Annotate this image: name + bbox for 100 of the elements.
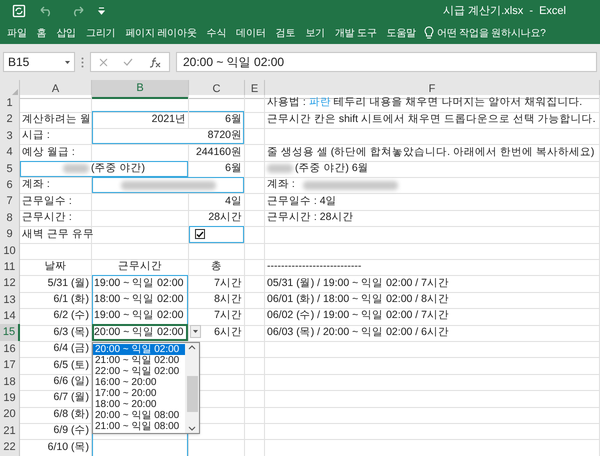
dropdown-caret-icon[interactable] [65, 60, 70, 64]
table-cell: 4일 [189, 193, 245, 211]
table-cell: --------------------------- [265, 258, 600, 276]
table-cell: 근무시간 [92, 258, 189, 276]
table-cell: 6/4 (금) [20, 340, 92, 358]
table-cell: 244160원 [189, 144, 245, 162]
dropdown-option[interactable]: 18:00 ~ 20:00 [93, 398, 185, 410]
table-cell: 5/31 (월) [20, 275, 92, 293]
table-cell [189, 422, 245, 440]
dropdown-button[interactable] [190, 325, 201, 338]
table-cell: 2021년 [92, 111, 189, 129]
ribbon-tab[interactable]: 수식 [202, 26, 232, 40]
table-cell: 19:00 ~ 익일 02:00 [92, 275, 189, 293]
table-cell: 6/2 (수) [20, 308, 92, 326]
checkbox[interactable] [195, 229, 205, 240]
row-header[interactable]: 2 [0, 111, 20, 129]
table-cell: 시급 : [20, 128, 92, 146]
row-header[interactable]: 9 [0, 226, 20, 244]
table-cell: 6시간 [189, 324, 245, 342]
ribbon-tab[interactable]: 파일 [2, 26, 32, 40]
dropdown-option[interactable]: 20:00 ~ 익일 08:00 [93, 410, 185, 421]
column-header[interactable]: E [245, 80, 265, 98]
dropdown-option[interactable]: 16:00 ~ 20:00 [93, 376, 185, 388]
table-cell: 계산하려는 월 [20, 111, 92, 129]
table-cell [20, 95, 92, 112]
enter-check-icon[interactable] [123, 58, 134, 66]
dropdown-option[interactable]: 22:00 ~ 익일 02:00 [93, 366, 185, 377]
function-icon[interactable] [149, 56, 162, 68]
dropdown-option[interactable]: 21:00 ~ 익일 08:00 [93, 420, 185, 432]
column-header[interactable]: F [265, 80, 600, 98]
ribbon-tab[interactable]: 보기 [300, 26, 330, 40]
customize-caret-icon[interactable] [98, 7, 105, 15]
ribbon-tab[interactable]: 데이터 [231, 26, 271, 40]
table-cell: 06/03 (목) / 20:00 ~ 익일 02:00 / 6시간 [265, 324, 600, 342]
table-cell: 7시간 [189, 275, 245, 293]
ribbon-tab[interactable]: 개발 도구 [330, 26, 382, 40]
formula-input[interactable]: 20:00 ~ 익일 02:00 [176, 52, 597, 72]
row-header[interactable]: 17 [0, 357, 20, 375]
scroll-down-icon[interactable] [188, 426, 196, 431]
ribbon-tab[interactable]: 검토 [270, 26, 300, 40]
table-cell [245, 340, 265, 358]
ribbon-tab[interactable]: 삽입 [51, 26, 82, 40]
tell-me-search[interactable]: 어떤 작업을 원하시나요? [437, 26, 546, 40]
table-cell: 6/7 (월) [20, 390, 92, 408]
table-cell: 6/8 (화) [20, 406, 92, 424]
table-cell [245, 390, 265, 408]
ribbon-tab[interactable]: 그리기 [81, 26, 120, 40]
autosave-icon[interactable] [12, 4, 26, 18]
table-cell: 28시간 [189, 210, 245, 228]
table-cell [245, 95, 265, 112]
column-header[interactable]: B [92, 80, 189, 98]
row-header[interactable]: 12 [0, 275, 20, 293]
caret-icon [193, 330, 198, 334]
table-cell: 근무시간 칸은 shift 시트에서 채우면 드롭다운으로 선택 가능합니다. [265, 111, 600, 129]
table-cell: 근무시간 : [20, 210, 92, 228]
table-cell: 05/31 (월) / 19:00 ~ 익일 02:00 / 7시간 [265, 275, 600, 293]
row-header[interactable]: 20 [0, 406, 20, 424]
row-header[interactable]: 15 [0, 324, 20, 342]
table-cell: 6/5 (토) [20, 357, 92, 375]
row-header[interactable]: 22 [0, 439, 20, 456]
scroll-up-icon[interactable] [188, 344, 196, 350]
row-header[interactable]: 4 [0, 144, 20, 162]
ribbon-tab[interactable]: 페이지 레이아웃 [120, 26, 202, 40]
dropdown-option[interactable]: 21:00 ~ 익일 02:00 [93, 354, 185, 366]
row-header[interactable]: 7 [0, 193, 20, 211]
dropdown-option[interactable]: 20:00 ~ 익일 02:00 [93, 344, 185, 355]
table-cell [245, 144, 265, 162]
lightbulb-icon [424, 26, 434, 40]
table-cell: 8720원 [92, 128, 245, 146]
table-cell: 사용법 : 파란 테두리 내용을 채우면 나머지는 알아서 채워집니다. [265, 95, 600, 112]
name-box[interactable]: B15 [3, 52, 75, 72]
table-cell [245, 406, 265, 424]
table-cell: 6/1 (화) [20, 292, 92, 310]
table-cell [245, 324, 265, 342]
table-cell [20, 242, 92, 260]
table-cell: 06/02 (수) / 19:00 ~ 익일 02:00 / 7시간 [265, 308, 600, 326]
table-cell [245, 308, 265, 326]
table-cell: 6월 [189, 160, 245, 178]
table-cell [245, 111, 265, 129]
table-cell: (주중 야간) [20, 160, 189, 178]
table-cell [245, 242, 265, 260]
table-cell [245, 193, 265, 211]
dropdown-option[interactable]: 17:00 ~ 20:00 [93, 388, 185, 399]
table-cell [189, 95, 245, 112]
table-cell: 6/9 (수) [20, 422, 92, 440]
column-header[interactable]: C [189, 80, 245, 98]
table-cell [245, 357, 265, 375]
table-cell [245, 422, 265, 440]
grip-icon [81, 56, 84, 68]
table-cell: 예상 월급 : [20, 144, 92, 162]
table-cell: 8시간 [189, 292, 245, 310]
table-cell [245, 292, 265, 310]
scrollbar-thumb[interactable] [186, 376, 198, 412]
table-cell: 새벽 근무 유무 [20, 226, 92, 244]
window-title: 시급 계산기.xlsx - Excel [443, 4, 566, 19]
table-cell [245, 128, 265, 146]
ribbon-tab[interactable]: 도움말 [382, 26, 422, 40]
table-cell: 근무시간 : 28시간 [265, 210, 600, 228]
ribbon-tab[interactable]: 홈 [32, 26, 52, 40]
table-cell: 근무일수 : 4일 [265, 193, 600, 211]
